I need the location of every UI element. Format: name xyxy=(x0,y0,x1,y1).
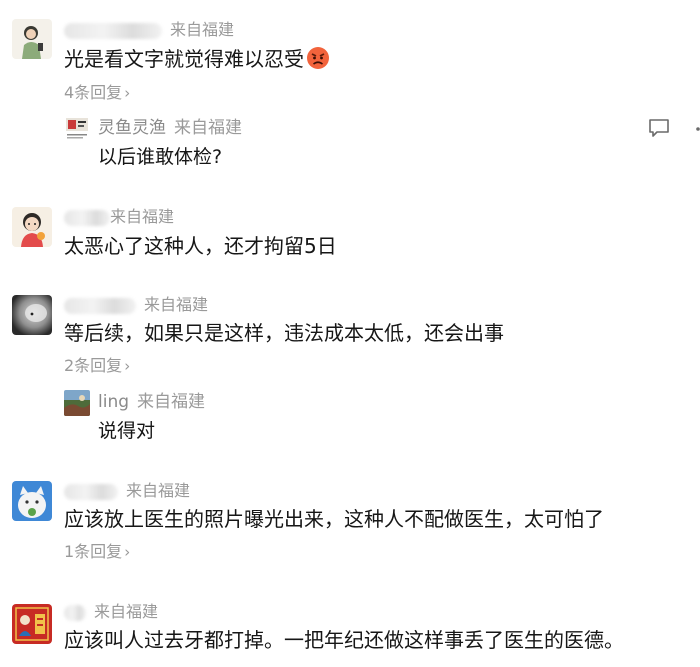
comment-meta: 来自福建 xyxy=(64,480,190,502)
replies-link-label: 2条回复 xyxy=(64,356,123,375)
reply-username[interactable]: ling xyxy=(98,392,129,412)
avatar[interactable] xyxy=(12,19,52,59)
comment-text: 应该放上医生的照片曝光出来，这种人不配做医生，太可怕了 xyxy=(64,507,604,531)
comment-bubble-icon[interactable] xyxy=(648,118,670,142)
avatar[interactable] xyxy=(12,481,52,521)
reply-username[interactable]: 灵鱼灵渔 xyxy=(98,118,166,138)
region-label: 来自福建 xyxy=(170,20,235,39)
comment-text: 光是看文字就觉得难以忍受 xyxy=(64,46,330,72)
username-redacted[interactable] xyxy=(64,209,110,226)
comment-item: 来自福建 应该叫人过去牙都打掉。一把年纪还做这样事丢了医生的医德。 xyxy=(0,600,700,667)
avatar[interactable] xyxy=(12,207,52,247)
comment-text: 等后续，如果只是这样，违法成本太低，还会出事 xyxy=(64,321,504,345)
avatar[interactable] xyxy=(12,604,52,644)
reply-meta: 灵鱼灵渔 来自福建 xyxy=(98,117,242,139)
replies-link[interactable]: 1条回复 › xyxy=(64,541,130,563)
region-label: 来自福建 xyxy=(126,481,191,500)
reply-text: 说得对 xyxy=(98,420,156,442)
chevron-right-icon: › xyxy=(124,543,131,561)
comment-item: 来自福建 光是看文字就觉得难以忍受 4条回复 › 灵鱼灵渔 来自福建 以后谁敢体检? xyxy=(0,0,700,200)
comment-meta: 来自福建 xyxy=(64,206,174,228)
region-label: 来自福建 xyxy=(94,602,159,621)
comment-meta: 来自福建 xyxy=(64,601,158,623)
comment-meta: 来自福建 xyxy=(64,294,208,316)
region-label: 来自福建 xyxy=(110,207,175,226)
username-redacted[interactable] xyxy=(64,483,118,500)
angry-face-emoji xyxy=(307,47,329,69)
reply-meta: ling 来自福建 xyxy=(98,391,205,413)
region-label: 来自福建 xyxy=(174,118,242,138)
reply-avatar[interactable] xyxy=(64,116,90,142)
username-redacted[interactable] xyxy=(64,604,86,621)
comment-item: 来自福建 等后续，如果只是这样，违法成本太低，还会出事 2条回复 › ling 来自… xyxy=(0,285,700,475)
reply-avatar[interactable] xyxy=(64,390,90,416)
reply-text: 以后谁敢体检? xyxy=(98,146,223,168)
comment-text: 太恶心了这种人，还才拘留5日 xyxy=(64,234,337,258)
replies-link-label: 1条回复 xyxy=(64,542,123,561)
avatar[interactable] xyxy=(12,295,52,335)
chevron-right-icon: › xyxy=(124,84,131,102)
username-redacted[interactable] xyxy=(64,297,136,314)
region-label: 来自福建 xyxy=(144,295,209,314)
chevron-right-icon: › xyxy=(124,357,131,375)
username-redacted[interactable] xyxy=(64,22,162,39)
replies-link-label: 4条回复 xyxy=(64,83,123,102)
replies-link[interactable]: 4条回复 › xyxy=(64,82,130,104)
replies-link[interactable]: 2条回复 › xyxy=(64,355,130,377)
region-label: 来自福建 xyxy=(137,392,206,412)
more-dots-icon[interactable] xyxy=(690,120,700,140)
comment-item: 来自福建 应该放上医生的照片曝光出来，这种人不配做医生，太可怕了 1条回复 › xyxy=(0,475,700,600)
comment-text-body: 光是看文字就觉得难以忍受 xyxy=(64,47,304,71)
comment-text: 应该叫人过去牙都打掉。一把年纪还做这样事丢了医生的医德。 xyxy=(64,628,624,652)
comment-meta: 来自福建 xyxy=(64,19,234,41)
comment-item: 来自福建 太恶心了这种人，还才拘留5日 xyxy=(0,200,700,285)
